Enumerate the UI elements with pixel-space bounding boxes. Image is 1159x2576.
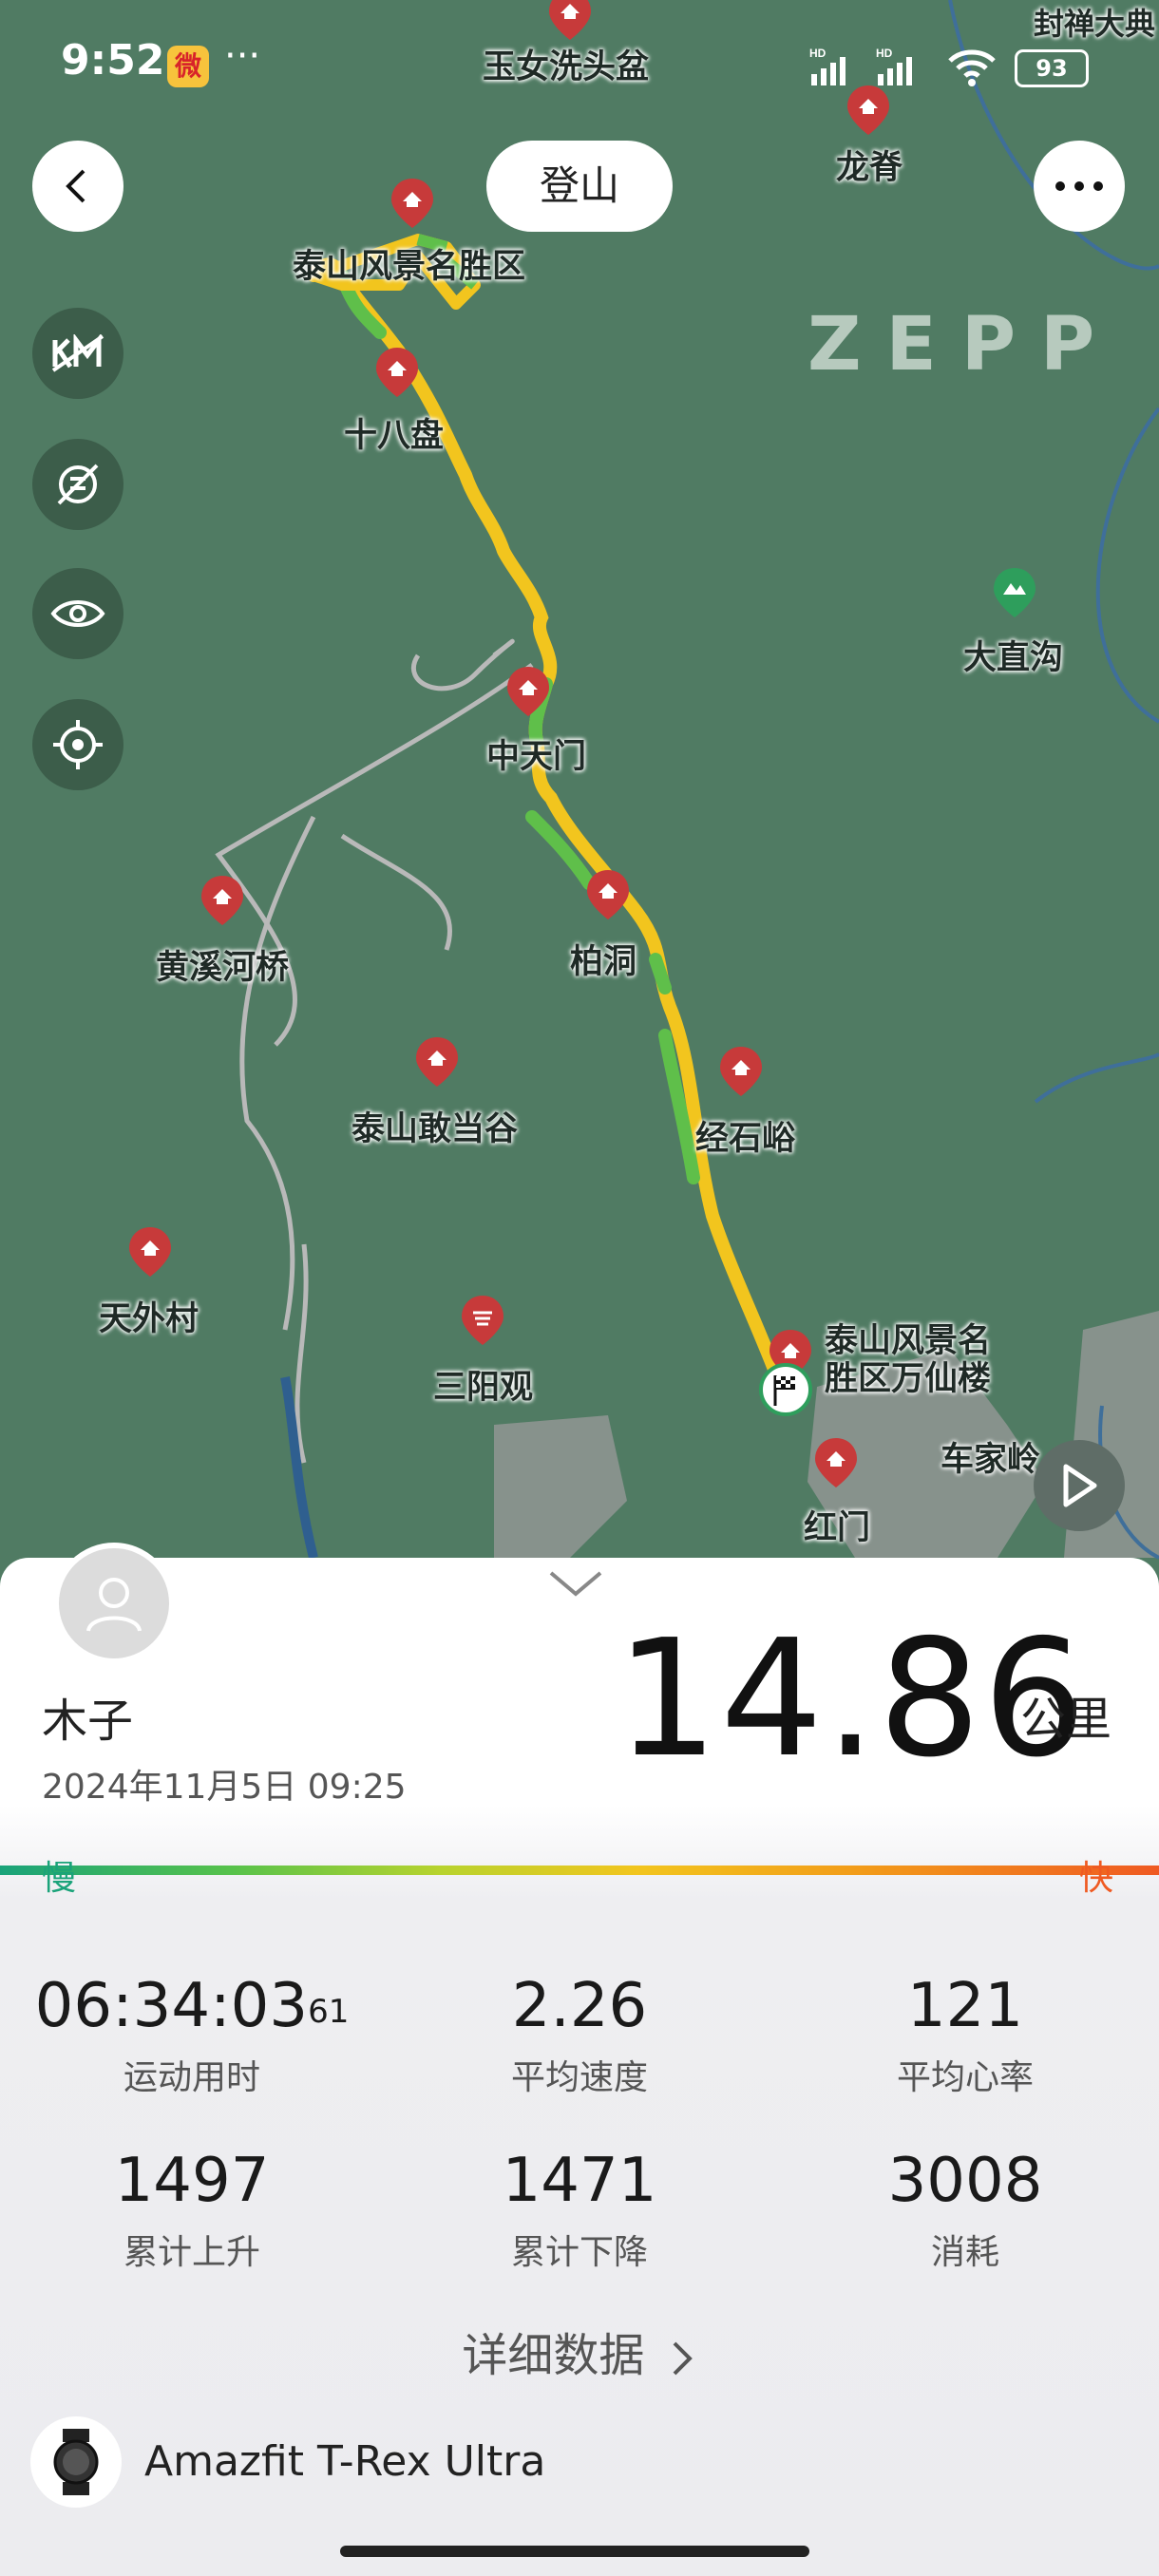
cellular-signal-icon: HD HD xyxy=(809,47,912,85)
poi-pin-icon xyxy=(815,1438,857,1487)
poi-label[interactable]: 大直沟 xyxy=(963,631,1063,679)
park-pin-icon xyxy=(994,568,1036,617)
visibility-toggle[interactable] xyxy=(32,568,124,659)
status-bar: 9:52 微 ··· HD HD 93 xyxy=(0,0,1159,133)
stat-label: 平均心率 xyxy=(896,2058,1034,2097)
detail-data-label: 详细数据 xyxy=(462,2329,645,2382)
user-avatar[interactable] xyxy=(53,1543,175,1664)
stat-avg-heart-rate: 121 平均心率 xyxy=(775,1970,1155,2099)
poi-label[interactable]: 泰山风景名胜区 xyxy=(293,239,525,288)
collapse-chevron-icon[interactable] xyxy=(547,1569,604,1598)
home-indicator[interactable] xyxy=(340,2546,809,2557)
more-notifications-icon: ··· xyxy=(224,34,261,78)
stat-value: 3008 xyxy=(887,2146,1043,2216)
poi-label[interactable]: 泰山风景名胜区万仙楼 xyxy=(825,1322,1015,1398)
device-avatar[interactable] xyxy=(30,2416,122,2508)
more-dots-icon xyxy=(1055,181,1103,191)
more-button[interactable] xyxy=(1034,141,1125,232)
slow-label: 慢 xyxy=(42,1859,77,1898)
stat-label: 累计下降 xyxy=(510,2233,648,2272)
status-time: 9:52 xyxy=(61,36,165,85)
poi-pin-icon xyxy=(376,348,418,397)
stat-value: 2.26 xyxy=(511,1971,648,2041)
pace-markers-toggle[interactable] xyxy=(32,439,124,530)
poi-label[interactable]: 十八盘 xyxy=(344,408,444,457)
poi-label[interactable]: 车家岭 xyxy=(940,1432,1040,1481)
poi-label[interactable]: 三阳观 xyxy=(433,1360,533,1409)
poi-label[interactable]: 柏洞 xyxy=(570,935,636,983)
detail-data-link[interactable]: 详细数据 xyxy=(0,2318,1159,2384)
poi-pin-icon xyxy=(391,179,433,228)
workout-datetime: 2024年11月5日 09:25 xyxy=(42,1768,407,1807)
km-icon xyxy=(51,334,104,372)
poi-label[interactable]: 红门 xyxy=(804,1501,870,1549)
stat-ascent: 1497 累计上升 xyxy=(2,2145,382,2274)
chevron-right-icon xyxy=(673,2341,693,2376)
weibo-notification-icon: 微 xyxy=(167,46,209,87)
zepp-watermark: ZEPP xyxy=(808,302,1120,388)
poi-label[interactable]: 龙脊 xyxy=(836,141,902,189)
poi-pin-icon xyxy=(720,1047,762,1096)
finish-flag-icon[interactable] xyxy=(758,1360,813,1419)
stat-value: 121 xyxy=(906,1971,1024,2041)
poi-pin-icon xyxy=(129,1227,171,1277)
poi-label[interactable]: 黄溪河桥 xyxy=(156,940,289,989)
hidden-markers-icon xyxy=(57,464,99,505)
stat-calories: 3008 消耗 xyxy=(775,2145,1155,2274)
activity-type-title[interactable]: 登山 xyxy=(486,141,673,232)
battery-indicator: 93 xyxy=(1015,49,1089,87)
poi-pin-icon xyxy=(416,1037,458,1087)
stat-value: 1497 xyxy=(114,2146,270,2216)
replay-track-button[interactable] xyxy=(1034,1440,1125,1531)
back-button[interactable] xyxy=(32,141,124,232)
stat-label: 消耗 xyxy=(930,2233,999,2272)
wifi-icon xyxy=(948,49,996,86)
stat-label: 累计上升 xyxy=(123,2233,260,2272)
distance-unit: 公里 xyxy=(1020,1693,1112,1746)
fast-label: 快 xyxy=(1079,1859,1114,1898)
back-arrow-icon xyxy=(66,169,86,203)
stat-label: 平均速度 xyxy=(510,2058,648,2097)
watch-icon xyxy=(53,2429,99,2495)
svg-text:HD: HD xyxy=(876,47,893,60)
poi-pin-icon xyxy=(587,870,629,919)
play-icon xyxy=(1063,1464,1097,1507)
poi-label[interactable]: 泰山敢当谷 xyxy=(352,1102,518,1150)
locate-button[interactable] xyxy=(32,699,124,790)
user-icon xyxy=(86,1578,142,1632)
stat-avg-speed: 2.26 平均速度 xyxy=(390,1970,770,2099)
locate-crosshair-icon xyxy=(53,720,103,769)
svg-text:HD: HD xyxy=(809,47,826,60)
stat-value-fraction: 61 xyxy=(308,1993,350,2031)
device-name[interactable]: Amazfit T-Rex Ultra xyxy=(144,2437,545,2486)
stat-duration: 06:34:0361 运动用时 xyxy=(2,1970,382,2099)
km-markers-toggle[interactable] xyxy=(32,308,124,399)
stat-descent: 1471 累计下降 xyxy=(390,2145,770,2274)
poi-pin-icon xyxy=(507,667,549,716)
speed-gradient-bar xyxy=(0,1866,1159,1875)
poi-label[interactable]: 经石峪 xyxy=(695,1111,795,1160)
poi-label[interactable]: 中天门 xyxy=(486,729,586,778)
poi-label[interactable]: 天外村 xyxy=(99,1292,199,1340)
temple-pin-icon xyxy=(462,1296,504,1345)
stat-label: 运动用时 xyxy=(123,2058,260,2097)
stat-value: 06:34:03 xyxy=(34,1971,309,2041)
stat-value: 1471 xyxy=(502,2146,657,2216)
user-name: 木子 xyxy=(42,1695,134,1748)
route-map[interactable]: 玉女洗头盆 封禅大典 龙脊 泰山风景名胜区 十八盘 大直沟 中天门 黄溪河桥 柏… xyxy=(0,0,1159,1577)
distance-value: 14.86 xyxy=(616,1605,1088,1793)
eye-icon xyxy=(50,600,105,627)
poi-pin-icon xyxy=(201,876,243,925)
